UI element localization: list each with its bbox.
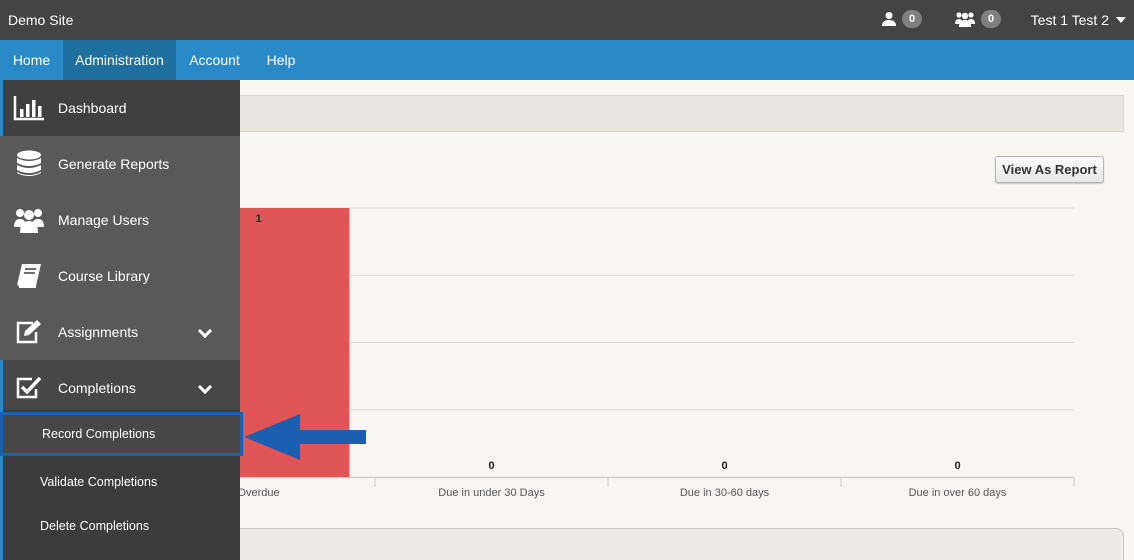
database-icon xyxy=(0,150,58,178)
bar-chart-icon xyxy=(0,95,58,121)
chart-category-label: Due in over 60 days xyxy=(909,487,1007,499)
book-icon xyxy=(0,263,58,289)
sidebar-item-label: Dashboard xyxy=(58,100,127,116)
bottom-card xyxy=(230,528,1124,560)
submenu-validate-completions[interactable]: Validate Completions xyxy=(0,460,240,504)
sidebar-item-label: Completions xyxy=(58,380,136,396)
chart-category-label: Due in under 30 Days xyxy=(438,487,545,499)
admin-sidebar: Dashboard Generate Reports Manage Users xyxy=(0,80,243,560)
submenu-record-completions[interactable]: Record Completions xyxy=(0,412,243,456)
sidebar-item-manage-users[interactable]: Manage Users xyxy=(0,192,240,248)
chevron-down-icon xyxy=(197,323,213,339)
sidebar-item-label: Generate Reports xyxy=(58,156,170,172)
sidebar-item-label: Course Library xyxy=(58,268,150,284)
sidebar-item-generate-reports[interactable]: Generate Reports xyxy=(0,136,240,192)
users-icon xyxy=(0,207,58,233)
pointer-arrow-icon xyxy=(244,414,366,460)
submenu-delete-completions[interactable]: Delete Completions xyxy=(0,504,240,548)
checkbox-icon xyxy=(0,376,58,400)
completions-submenu: Record Completions Validate Completions … xyxy=(0,410,243,560)
sidebar-item-label: Assignments xyxy=(58,324,139,340)
chart-data-label: 0 xyxy=(488,460,494,472)
chart-data-label: 1 xyxy=(255,213,261,225)
sidebar-item-assignments[interactable]: Assignments xyxy=(0,304,240,360)
chart-data-label: 0 xyxy=(954,460,960,472)
chevron-down-icon xyxy=(197,379,213,395)
edit-icon xyxy=(0,319,58,345)
sidebar-item-course-library[interactable]: Course Library xyxy=(0,248,240,304)
sidebar-item-label: Manage Users xyxy=(58,212,150,228)
chart-category-label: Due in 30-60 days xyxy=(680,487,770,499)
sidebar-item-completions[interactable]: Completions xyxy=(0,360,240,416)
sidebar-item-dashboard[interactable]: Dashboard xyxy=(0,80,240,136)
chart-category-label: Overdue xyxy=(237,487,279,499)
chart-data-label: 0 xyxy=(721,460,727,472)
